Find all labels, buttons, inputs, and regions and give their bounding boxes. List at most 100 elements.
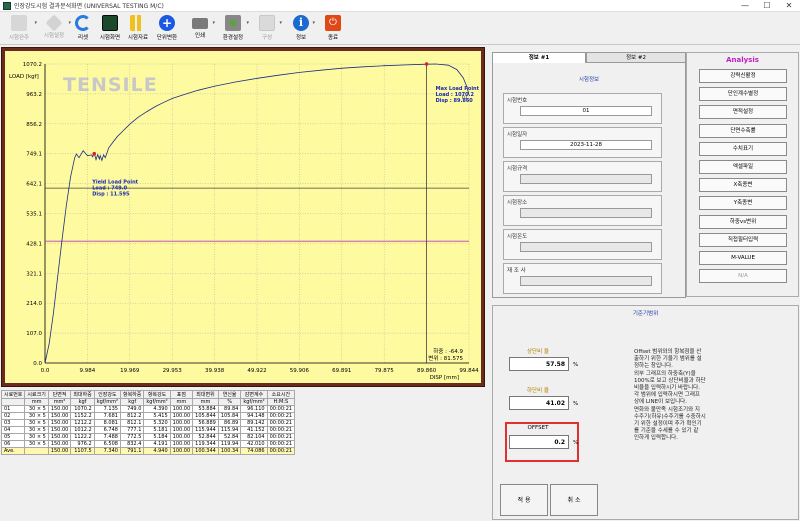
table-row[interactable]: 04 30 × 5 150.00 1012.2 6.748 777.1 5.181 100.0… [0, 426, 296, 434]
window-title: 인장강도시험 결과분석화면 (UNIVERSAL TESTING M/C) [14, 3, 164, 10]
analysis-panel: Analysis 강력신활정 단인계수별정 면적설정 단면수축률 수치표기 엑셀파일 X축종… [686, 52, 799, 297]
table-cell: 52.84 [217, 433, 242, 441]
series-label: 01 [462, 95, 468, 101]
analysis-button[interactable]: 단인계수별정 [699, 87, 787, 102]
y-tick-label: 321.1 [26, 271, 42, 277]
table-row[interactable]: 01 30 × 5 150.00 1070.2 7.135 749.0 4.390 100.0… [0, 405, 296, 413]
analysis-button[interactable]: 수치표기 [699, 141, 787, 156]
test-run-label: 시험완주 [8, 35, 30, 41]
analysis-button[interactable]: X축종변 [699, 178, 787, 193]
field-test-number: 시험번호 01 [503, 93, 662, 124]
test-date-input[interactable]: 2023-11-28 [520, 140, 652, 150]
table-cell: 749.0 [119, 405, 145, 413]
table-cell: 00:00:21 [266, 433, 296, 441]
info-panel: 정보 #1 정보 #2 시험정보 시험번호 01 시험일자 2023-11-28… [492, 52, 686, 298]
material-input[interactable] [520, 276, 652, 286]
minimize-button[interactable]: — [734, 0, 756, 12]
close-button[interactable]: ✕ [778, 0, 800, 12]
table-cell: 96.110 [240, 405, 268, 413]
offset-input[interactable]: 0.2 [509, 435, 569, 449]
table-cell: 06 [0, 440, 26, 448]
table-cell: 00:00:21 [266, 405, 296, 413]
y-tick-label: 856.2 [26, 122, 42, 128]
test-data-button[interactable]: 시험자료 [125, 14, 151, 44]
table-row[interactable]: 03 30 × 5 150.00 1212.2 8.081 812.1 5.320 100.0… [0, 419, 296, 427]
info-tab-body: 시험정보 시험번호 01 시험일자 2023-11-28 시험규격 시험장소 시… [492, 62, 686, 298]
x-tick-label: 0.0 [41, 368, 50, 374]
criteria-panel: 기준기범위 상단비 율 57.58 % 하단비 율 41.02 % OFFSET… [492, 305, 799, 520]
test-setup-icon [45, 14, 63, 32]
test-screen-button[interactable]: 시험화면 [97, 14, 123, 44]
y-tick-label: 428.1 [26, 241, 42, 247]
analysis-button[interactable]: Y축종변 [699, 196, 787, 211]
upper-ratio-input[interactable]: 57.58 [509, 357, 569, 371]
column-header: 최대하중 [70, 390, 95, 399]
load-displacement-chart: TENSILE 0.0 107.0 214.0 321.1 428.1 535.1 642.1… [5, 51, 481, 383]
analysis-button[interactable]: 하중vs변위 [699, 214, 787, 229]
tab-info-1[interactable]: 정보 #1 [492, 52, 586, 63]
analysis-button[interactable]: 면적설정 [699, 105, 787, 120]
table-cell: 82.104 [240, 433, 268, 441]
table-cell: 6.508 [93, 440, 121, 448]
table-cell: 86.89 [217, 419, 242, 427]
settings-button[interactable]: 환경설정 ▾ [218, 14, 249, 44]
live-readout: 하중 : -64.9 [433, 347, 463, 355]
unit-convert-button[interactable]: + 단위변환 [154, 14, 180, 44]
table-cell: 7.488 [93, 433, 121, 441]
table-row[interactable]: 02 30 × 5 150.00 1152.2 7.681 812.2 5.415 100.0… [0, 412, 296, 420]
table-cell: 150.00 [47, 405, 72, 413]
table-cell: 812.1 [119, 419, 145, 427]
test-place-input[interactable] [520, 208, 652, 218]
table-cell: 1012.2 [70, 426, 95, 434]
table-cell: 7.135 [93, 405, 121, 413]
chart-frame: TENSILE 0.0 107.0 214.0 321.1 428.1 535.1 642.1… [1, 47, 485, 387]
dropdown-arrow-icon: ▾ [34, 20, 37, 26]
analysis-button[interactable]: 엑셀파일 [699, 160, 787, 174]
test-setup-button[interactable]: 시험설정 ▾ [38, 14, 71, 44]
lower-ratio-input[interactable]: 41.02 [509, 396, 569, 410]
apply-button[interactable]: 적 용 [500, 484, 548, 516]
maximize-button[interactable]: ☐ [756, 0, 778, 12]
table-cell: 56.889 [192, 419, 219, 427]
table-cell: 7.681 [93, 412, 121, 420]
table-cell: 05 [0, 433, 26, 441]
offset-label: OFFSET [527, 425, 549, 431]
analysis-button[interactable]: M-VALUE [699, 251, 787, 265]
analysis-button[interactable]: 강력신활정 [699, 69, 787, 83]
tab-info-2[interactable]: 정보 #2 [586, 52, 686, 62]
column-header: 시료번호 [0, 390, 26, 399]
unit-convert-icon: + [159, 15, 175, 31]
table-cell: 115.944 [192, 426, 219, 434]
reset-label: 리셋 [77, 35, 89, 41]
table-row[interactable]: 05 30 × 5 150.00 1122.2 7.488 772.5 5.184 100.0… [0, 433, 296, 441]
table-cell: 772.5 [119, 433, 145, 441]
column-header: 최대변위 [192, 390, 219, 399]
test-number-input[interactable]: 01 [520, 106, 652, 116]
config-button[interactable]: 구성 ▾ [253, 14, 282, 44]
field-label: 시험온도 [507, 234, 528, 240]
analysis-button[interactable]: N/A [699, 269, 787, 284]
reset-button[interactable]: 리셋 [72, 14, 94, 44]
table-cell: 100.00 [169, 440, 194, 448]
table-cell: 89.142 [240, 419, 268, 427]
table-row[interactable]: Ave. 150.00 1107.5 7.340 791.1 4.940 100.00 100… [0, 447, 296, 455]
test-run-button[interactable]: 시험완주 ▾ [2, 14, 37, 44]
table-row[interactable]: 06 30 × 5 150.00 976.2 6.508 832.4 4.191 100.00… [0, 440, 296, 448]
test-standard-input[interactable] [520, 174, 652, 184]
table-cell: 105.844 [192, 412, 219, 420]
analysis-button[interactable]: 단면수축률 [699, 123, 787, 138]
info-button[interactable]: i 정보 ▾ [288, 14, 315, 44]
table-cell: 5.184 [143, 433, 171, 441]
column-unit: kgf/mm² [143, 398, 171, 406]
test-temperature-input[interactable] [520, 242, 652, 252]
test-data-label: 시험자료 [127, 35, 149, 41]
exit-button[interactable]: ⏻ 종료 [322, 14, 344, 44]
print-button[interactable]: 인쇄 ▾ [186, 14, 215, 44]
table-cell: 8.081 [93, 419, 121, 427]
lower-ratio-label: 하단비 율 [527, 388, 549, 394]
column-header: 감면계수 [240, 390, 268, 399]
cancel-button[interactable]: 취 소 [550, 484, 598, 516]
analysis-button[interactable]: 직접필터입력 [699, 232, 787, 247]
table-cell: 100.00 [169, 447, 194, 455]
dropdown-arrow-icon: ▾ [312, 20, 315, 26]
